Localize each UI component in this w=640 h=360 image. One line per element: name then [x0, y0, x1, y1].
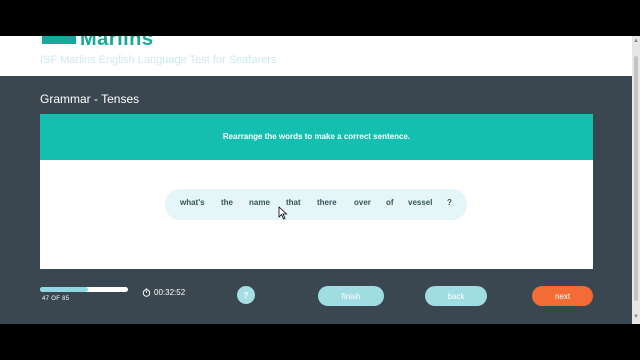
back-button[interactable]: back — [425, 286, 487, 306]
instruction-banner: Rearrange the words to make a correct se… — [40, 114, 593, 160]
word-chip[interactable]: of — [386, 198, 394, 207]
next-button[interactable]: next — [532, 286, 593, 306]
word-chip[interactable]: vessel — [408, 198, 432, 207]
word-chip[interactable]: ? — [447, 198, 452, 207]
header-subtitle: ISF Marlins English Language Test for Se… — [40, 54, 277, 66]
mouse-cursor-icon — [278, 206, 288, 220]
section-title: Grammar - Tenses — [40, 92, 140, 106]
word-chip[interactable]: name — [249, 198, 270, 207]
word-chip[interactable]: over — [354, 198, 371, 207]
timer: 00:32:52 — [142, 288, 185, 297]
finish-button[interactable]: finish — [318, 286, 384, 306]
timer-value: 00:32:52 — [154, 288, 186, 297]
logo-mark — [42, 36, 76, 44]
progress-bar — [40, 287, 128, 292]
word-chip[interactable]: that — [286, 198, 301, 207]
instruction-text: Rearrange the words to make a correct se… — [222, 132, 411, 141]
scroll-thumb[interactable] — [634, 56, 638, 301]
help-button[interactable]: ? — [237, 286, 255, 304]
scrollbar[interactable]: ▲ ▼ — [632, 36, 640, 324]
logo: Marlins — [80, 36, 154, 50]
stopwatch-icon — [142, 288, 151, 297]
word-chip[interactable]: the — [221, 198, 233, 207]
question-card: Rearrange the words to make a correct se… — [40, 114, 593, 269]
word-chip[interactable]: what's — [180, 198, 205, 207]
scroll-up-icon[interactable]: ▲ — [633, 38, 639, 44]
header: Marlins ISF Marlins English Language Tes… — [0, 36, 632, 76]
scroll-down-icon[interactable]: ▼ — [633, 314, 639, 320]
progress-label: 47 OF 85 — [42, 296, 70, 302]
word-chip[interactable]: there — [317, 198, 337, 207]
progress-fill — [40, 287, 89, 292]
word-bank: what's the name that there over of vesse… — [165, 189, 467, 220]
app-viewport: Marlins ISF Marlins English Language Tes… — [0, 36, 632, 324]
